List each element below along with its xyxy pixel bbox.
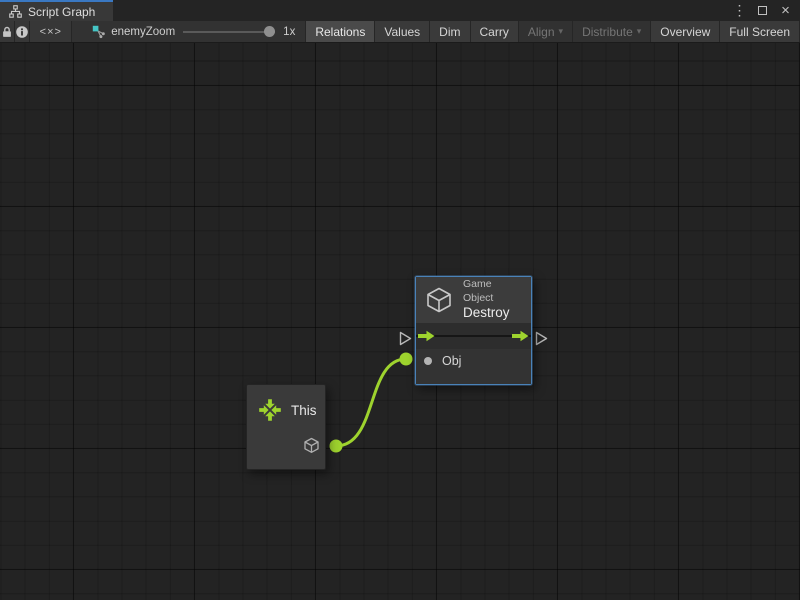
- window-controls: ⋮ ×: [731, 0, 800, 21]
- breadcrumb-graph[interactable]: enemy: [92, 25, 146, 39]
- destroy-node-header: Game Object Destroy: [416, 277, 531, 323]
- zoom-slider-track[interactable]: [183, 31, 275, 33]
- control-input-triangle-icon[interactable]: [399, 331, 412, 346]
- connection-wire[interactable]: [0, 43, 800, 600]
- distribute-dropdown[interactable]: Distribute ▾: [573, 21, 651, 42]
- maximize-button[interactable]: [754, 2, 771, 19]
- values-toggle[interactable]: Values: [375, 21, 430, 42]
- angle-brackets-x-icon: <×>: [40, 26, 62, 38]
- obj-input-port[interactable]: [424, 357, 432, 365]
- destroy-node-flow-row: [416, 323, 531, 349]
- toolbar-strip: enemy Zoom 1x: [72, 21, 306, 42]
- breadcrumb-label: enemy: [111, 26, 146, 38]
- graph-toolbar: <×> enemy Zoom: [0, 21, 800, 43]
- this-node[interactable]: This: [246, 384, 326, 470]
- tab-label: Script Graph: [28, 5, 95, 19]
- converge-arrows-icon: [256, 396, 284, 424]
- titlebar: Script Graph ⋮ ×: [0, 0, 800, 21]
- window-menu-button[interactable]: ⋮: [731, 2, 748, 19]
- script-graph-asset-icon: [92, 25, 106, 39]
- carry-toggle[interactable]: Carry: [471, 21, 519, 42]
- node-category: Game Object: [463, 278, 523, 304]
- flow-out-arrow-icon[interactable]: [512, 330, 529, 342]
- zoom-slider-handle[interactable]: [264, 26, 275, 37]
- code-preview-button[interactable]: <×>: [30, 21, 72, 42]
- toolbar-buttons: Relations Values Dim Carry Align ▾ Distr…: [306, 21, 800, 42]
- graph-hierarchy-icon: [9, 5, 22, 18]
- graph-canvas[interactable]: Game Object Destroy O: [0, 43, 800, 600]
- chevron-down-icon: ▾: [559, 26, 564, 37]
- control-output-triangle-icon[interactable]: [535, 331, 548, 346]
- flow-in-arrow-icon[interactable]: [418, 330, 435, 342]
- destroy-node-obj-row: Obj: [416, 349, 531, 384]
- wire-start-dot: [330, 440, 343, 453]
- lock-button[interactable]: [0, 21, 15, 42]
- info-icon: [15, 25, 29, 39]
- cube-icon: [424, 285, 454, 315]
- node-title: This: [291, 403, 317, 418]
- align-label: Align: [528, 25, 555, 39]
- script-graph-window: Script Graph ⋮ ×: [0, 0, 800, 600]
- close-button[interactable]: ×: [777, 2, 794, 19]
- tab-script-graph[interactable]: Script Graph: [0, 0, 113, 21]
- chevron-down-icon: ▾: [637, 26, 642, 37]
- destroy-node-titles: Game Object Destroy: [463, 278, 523, 321]
- align-dropdown[interactable]: Align ▾: [519, 21, 573, 42]
- info-button[interactable]: [15, 21, 30, 42]
- zoom-value: 1x: [283, 26, 295, 38]
- relations-toggle[interactable]: Relations: [306, 21, 375, 42]
- zoom-slider[interactable]: [183, 26, 275, 38]
- full-screen-button[interactable]: Full Screen: [720, 21, 800, 42]
- overview-button[interactable]: Overview: [651, 21, 720, 42]
- destroy-node[interactable]: Game Object Destroy O: [415, 276, 532, 385]
- dim-toggle[interactable]: Dim: [430, 21, 470, 42]
- lock-icon: [0, 25, 14, 39]
- zoom-label: Zoom: [146, 26, 175, 38]
- zoom-control: Zoom 1x: [146, 26, 296, 38]
- maximize-icon: [758, 6, 767, 15]
- wire-end-dot: [400, 353, 413, 366]
- node-title: Destroy: [463, 305, 523, 322]
- this-output-port-cube-icon[interactable]: [303, 437, 320, 454]
- obj-port-label: Obj: [442, 354, 461, 368]
- distribute-label: Distribute: [582, 25, 633, 39]
- this-node-header: This: [247, 385, 325, 424]
